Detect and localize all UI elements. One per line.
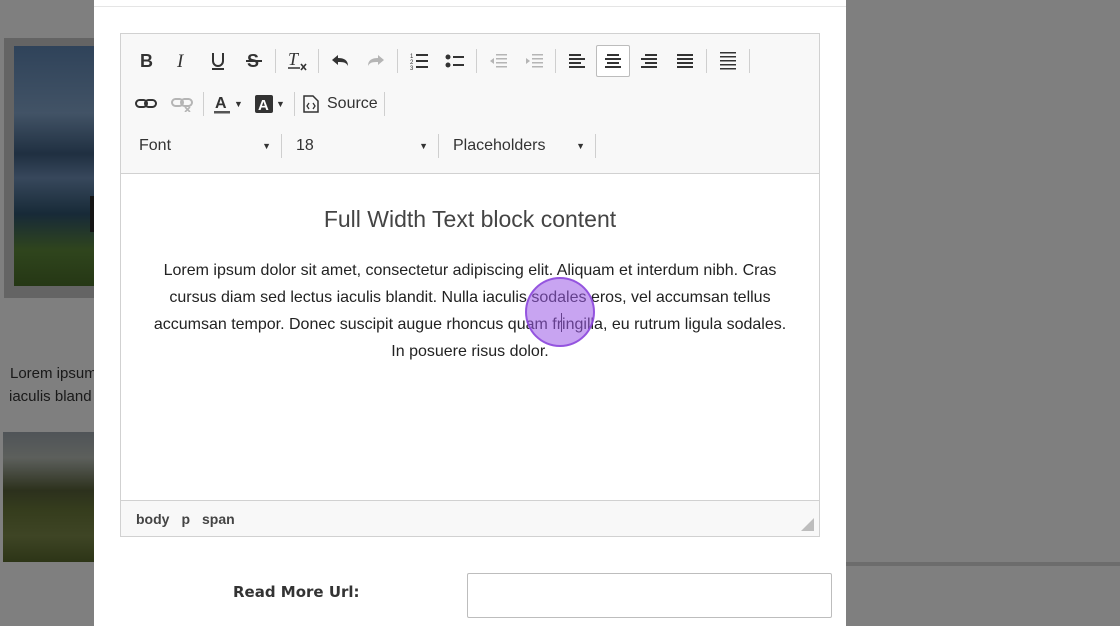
outdent-button[interactable] (481, 45, 515, 77)
italic-button[interactable]: I (165, 45, 199, 77)
link-button[interactable] (129, 88, 163, 120)
toolbar-separator (476, 49, 477, 73)
align-center-icon (605, 54, 621, 68)
bold-icon: B (140, 52, 153, 70)
indent-icon (526, 54, 543, 68)
svg-text:I: I (176, 52, 185, 70)
align-right-icon (641, 54, 657, 68)
underline-icon (212, 53, 224, 70)
toolbar-separator (318, 49, 319, 73)
strikethrough-button[interactable]: S (237, 45, 271, 77)
toolbar-separator (294, 92, 295, 116)
toolbar-row-links: A ▼ A ▼ Source (129, 86, 389, 122)
editor-toolbar: B I S T 1 2 3 A ▼ A ▼ Source Font ▼ 18 ▼… (121, 34, 819, 174)
toolbar-separator (555, 49, 556, 73)
undo-icon (332, 55, 348, 66)
undo-button[interactable] (323, 45, 357, 77)
resize-handle[interactable] (801, 518, 814, 531)
align-left-icon (569, 54, 585, 68)
remove-format-button[interactable]: T (280, 45, 314, 77)
outdent-icon (490, 54, 507, 68)
toolbar-separator (397, 49, 398, 73)
toolbar-separator (749, 49, 750, 73)
text-cursor (561, 313, 562, 332)
font-size-value: 18 (296, 137, 314, 154)
source-label: Source (327, 95, 378, 112)
justify-button[interactable] (668, 45, 702, 77)
content-paragraph[interactable]: Lorem ipsum dolor sit amet, consectetur … (145, 257, 795, 365)
editor-path-bar: body p span (121, 500, 819, 536)
rich-text-editor: B I S T 1 2 3 A ▼ A ▼ Source Font ▼ 18 ▼… (120, 33, 820, 537)
unlink-button[interactable] (165, 88, 199, 120)
chevron-down-icon: ▼ (262, 141, 271, 151)
text-color-button[interactable]: A ▼ (208, 88, 248, 120)
svg-text:T: T (288, 50, 300, 69)
svg-text:A: A (258, 97, 269, 113)
modal-header-divider (94, 6, 846, 7)
chevron-down-icon: ▼ (234, 99, 243, 109)
chevron-down-icon: ▼ (276, 99, 285, 109)
text-color-icon: A (214, 95, 231, 114)
toolbar-separator (203, 92, 204, 116)
link-icon (135, 99, 157, 108)
chevron-down-icon: ▼ (419, 141, 428, 151)
toolbar-separator (281, 134, 282, 158)
bulleted-list-icon (445, 54, 464, 68)
source-button[interactable]: Source (299, 88, 382, 120)
italic-icon: I (176, 52, 185, 70)
editor-content-area[interactable]: Full Width Text block content Lorem ipsu… (121, 175, 819, 501)
path-crumb-body[interactable]: body (136, 511, 169, 527)
font-select-label: Font (139, 137, 172, 154)
toolbar-separator (438, 134, 439, 158)
bold-button[interactable]: B (129, 45, 163, 77)
svg-text:B: B (140, 52, 153, 70)
horizontal-lines-icon (720, 52, 736, 70)
remove-format-icon: T (288, 50, 307, 71)
bulleted-list-button[interactable] (438, 45, 472, 77)
toolbar-separator (275, 49, 276, 73)
justify-icon (677, 54, 693, 68)
edit-modal: B I S T 1 2 3 A ▼ A ▼ Source Font ▼ 18 ▼… (94, 0, 846, 626)
strikethrough-icon: S (246, 51, 262, 71)
align-right-button[interactable] (632, 45, 666, 77)
path-crumb-p[interactable]: p (181, 511, 190, 527)
toolbar-separator (383, 92, 385, 116)
source-icon (303, 95, 319, 113)
redo-button[interactable] (359, 45, 393, 77)
svg-text:A: A (215, 95, 227, 112)
block-format-button[interactable] (711, 45, 745, 77)
font-size-select[interactable]: 18 ▼ (286, 130, 436, 162)
toolbar-row-styles: Font ▼ 18 ▼ Placeholders ▼ (129, 128, 600, 164)
background-color-button[interactable]: A ▼ (250, 88, 290, 120)
svg-text:3: 3 (410, 66, 414, 70)
chevron-down-icon: ▼ (576, 141, 585, 151)
underline-button[interactable] (201, 45, 235, 77)
read-more-url-label: Read More Url: (233, 583, 360, 601)
toolbar-separator (595, 134, 596, 158)
content-heading[interactable]: Full Width Text block content (121, 206, 819, 233)
read-more-url-input[interactable] (467, 573, 832, 618)
unlink-icon (171, 98, 193, 112)
font-select[interactable]: Font ▼ (129, 130, 279, 162)
path-crumb-span[interactable]: span (202, 511, 235, 527)
placeholders-label: Placeholders (453, 137, 546, 154)
placeholders-select[interactable]: Placeholders ▼ (443, 130, 593, 162)
numbered-list-icon: 123 (410, 54, 428, 70)
indent-button[interactable] (517, 45, 551, 77)
background-color-icon: A (255, 95, 274, 113)
toolbar-row-formatting: B I S T 1 2 3 (129, 43, 754, 79)
align-left-button[interactable] (560, 45, 594, 77)
align-center-button[interactable] (596, 45, 630, 77)
toolbar-separator (706, 49, 707, 73)
numbered-list-button[interactable]: 123 (402, 45, 436, 77)
redo-icon (368, 55, 384, 66)
